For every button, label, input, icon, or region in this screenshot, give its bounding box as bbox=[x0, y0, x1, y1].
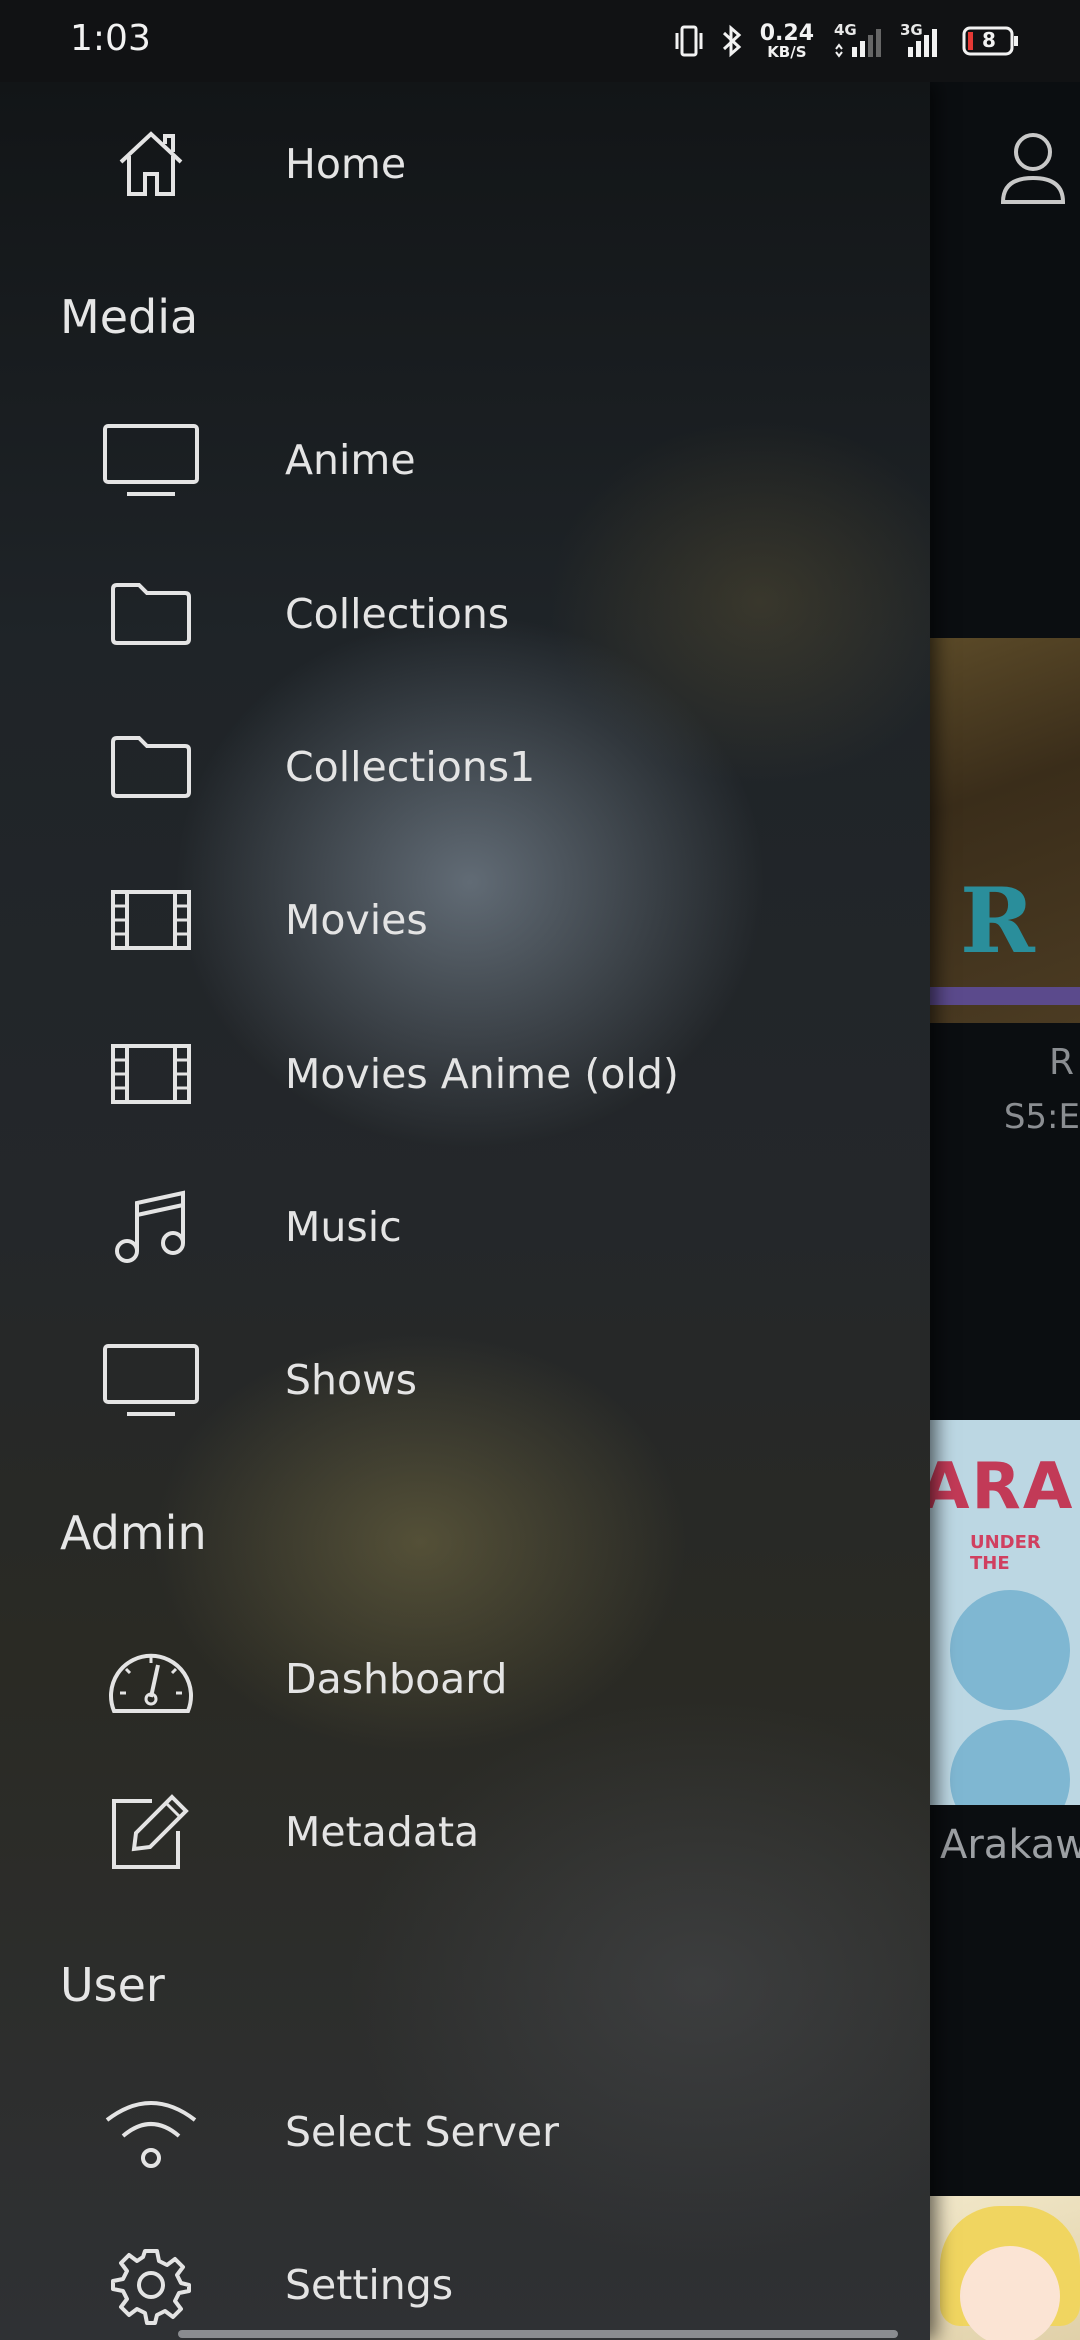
drawer-item-label: Music bbox=[285, 1203, 402, 1251]
network-speed: 0.24 KB/S bbox=[759, 20, 814, 61]
drawer-item-select-server[interactable]: Select Server bbox=[0, 2062, 930, 2202]
section-header-media: Media bbox=[60, 290, 199, 344]
home-icon bbox=[96, 109, 206, 219]
drawer-item-shows[interactable]: Shows bbox=[0, 1310, 930, 1450]
vibrate-icon bbox=[674, 23, 704, 59]
drawer-item-label: Select Server bbox=[285, 2108, 559, 2156]
music-note-icon bbox=[96, 1172, 206, 1282]
drawer-item-movies-anime-old[interactable]: Movies Anime (old) bbox=[0, 1004, 930, 1144]
drawer-item-label: Collections bbox=[285, 590, 510, 638]
drawer-item-collections[interactable]: Collections bbox=[0, 544, 930, 684]
gear-icon bbox=[96, 2230, 206, 2340]
bluetooth-icon bbox=[720, 23, 744, 59]
navigation-drawer: Home Media Anime Collections Collections… bbox=[0, 82, 930, 2340]
section-header-admin: Admin bbox=[60, 1506, 207, 1560]
poster-tagline: UNDER THE bbox=[970, 1532, 1041, 1574]
folder-icon bbox=[96, 712, 206, 822]
media-card-poster[interactable]: R bbox=[930, 638, 1080, 1023]
signal-3g-icon: 3G bbox=[900, 21, 946, 59]
media-card-poster[interactable] bbox=[930, 2196, 1080, 2340]
drawer-item-label: Metadata bbox=[285, 1808, 480, 1856]
drawer-item-metadata[interactable]: Metadata bbox=[0, 1762, 930, 1902]
drawer-item-label: Movies Anime (old) bbox=[285, 1050, 679, 1098]
folder-icon bbox=[96, 559, 206, 669]
drawer-item-music[interactable]: Music bbox=[0, 1157, 930, 1297]
drawer-item-movies[interactable]: Movies bbox=[0, 850, 930, 990]
drawer-item-anime[interactable]: Anime bbox=[0, 390, 930, 530]
card-title: R bbox=[1048, 1042, 1074, 1083]
section-header-user: User bbox=[60, 1958, 165, 2012]
edit-icon bbox=[96, 1777, 206, 1887]
drawer-item-label: Movies bbox=[285, 896, 428, 944]
card-subtitle: S5:E bbox=[1003, 1097, 1080, 1137]
poster-logo: ARAK bbox=[930, 1450, 1080, 1524]
drawer-item-settings[interactable]: Settings bbox=[0, 2215, 930, 2340]
status-icons: 0.24 KB/S 4G 3G 8 bbox=[674, 16, 1020, 66]
drawer-item-label: Anime bbox=[285, 436, 416, 484]
drawer-item-label: Home bbox=[285, 140, 407, 188]
tv-icon bbox=[96, 1325, 206, 1435]
signal-4g-icon: 4G bbox=[830, 21, 884, 59]
media-card-poster[interactable]: ARAK UNDER THE bbox=[930, 1420, 1080, 1805]
speedometer-icon bbox=[96, 1624, 206, 1734]
background-app: R R S5:E ARAK UNDER THE Arakaw bbox=[930, 82, 1080, 2340]
drawer-item-dashboard[interactable]: Dashboard bbox=[0, 1609, 930, 1749]
wifi-icon bbox=[96, 2077, 206, 2187]
film-icon bbox=[96, 1019, 206, 1129]
drawer-item-collections1[interactable]: Collections1 bbox=[0, 697, 930, 837]
drawer-item-label: Settings bbox=[285, 2261, 454, 2309]
poster-logo: R bbox=[960, 868, 1035, 974]
battery-icon: 8 bbox=[962, 26, 1020, 56]
film-icon bbox=[96, 865, 206, 975]
tv-icon bbox=[96, 405, 206, 515]
status-bar: 1:03 0.24 KB/S 4G 3G 8 bbox=[0, 0, 1080, 82]
gesture-navigation-bar[interactable] bbox=[178, 2330, 898, 2338]
user-profile-icon[interactable] bbox=[998, 130, 1068, 210]
drawer-item-label: Shows bbox=[285, 1356, 417, 1404]
drawer-item-label: Dashboard bbox=[285, 1655, 508, 1703]
drawer-item-home[interactable]: Home bbox=[0, 94, 930, 234]
status-time: 1:03 bbox=[70, 18, 151, 59]
drawer-item-label: Collections1 bbox=[285, 743, 536, 791]
card-title: Arakaw bbox=[940, 1822, 1080, 1868]
